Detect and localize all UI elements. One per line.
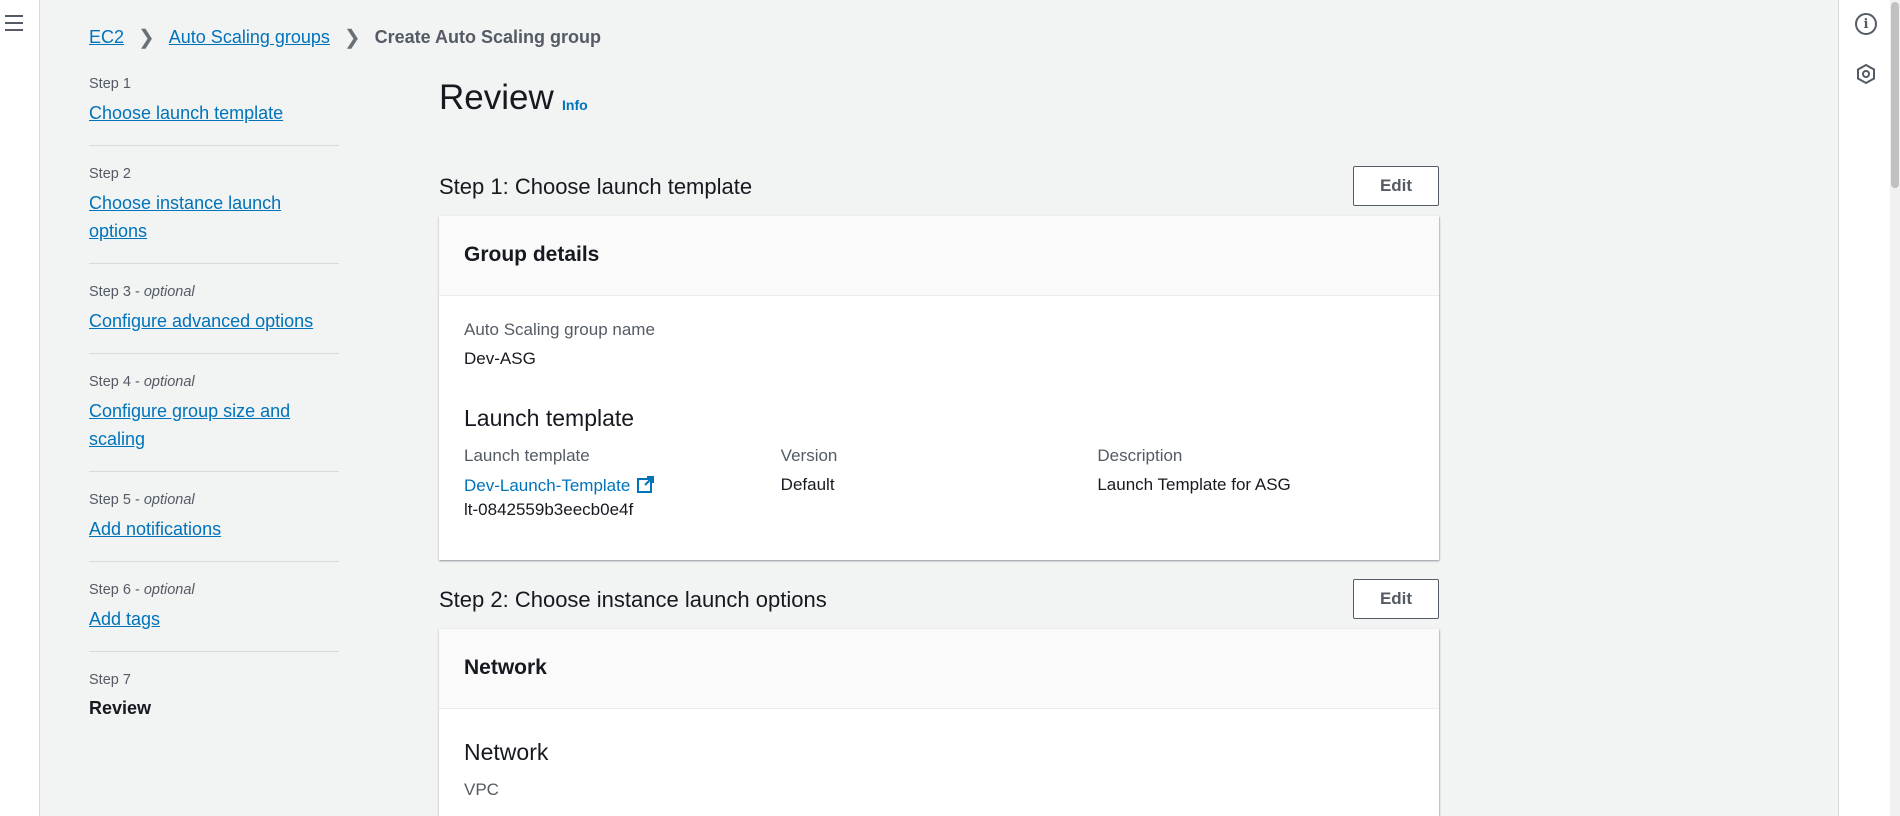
step-item-6: Step 6 - optional Add tags bbox=[89, 582, 339, 652]
wizard-steps-nav: Step 1 Choose launch template Step 2 Cho… bbox=[89, 76, 339, 759]
step-number: Step 1 bbox=[89, 76, 131, 92]
step-item-2: Step 2 Choose instance launch options bbox=[89, 166, 339, 264]
launch-template-link[interactable]: Dev-Launch-Template bbox=[464, 476, 630, 495]
breadcrumb-auto-scaling-groups[interactable]: Auto Scaling groups bbox=[169, 27, 330, 48]
info-link[interactable]: Info bbox=[562, 97, 588, 113]
vpc-label: VPC bbox=[464, 780, 499, 799]
launch-template-id: lt-0842559b3eecb0e4f bbox=[464, 500, 634, 519]
breadcrumb: EC2 ❯ Auto Scaling groups ❯ Create Auto … bbox=[89, 25, 601, 50]
step-item-3: Step 3 - optional Configure advanced opt… bbox=[89, 284, 339, 354]
edit-step2-button[interactable]: Edit bbox=[1353, 579, 1439, 619]
launch-template-heading: Launch template bbox=[464, 405, 635, 431]
hexagon-settings-icon[interactable] bbox=[1855, 63, 1877, 85]
step-link-configure-advanced-options[interactable]: Configure advanced options bbox=[89, 311, 313, 331]
edit-step1-button[interactable]: Edit bbox=[1353, 166, 1439, 206]
chevron-right-icon: ❯ bbox=[343, 27, 361, 49]
step-number: Step 5 - optional bbox=[89, 492, 195, 508]
section-header-step1: Step 1: Choose launch template Edit bbox=[439, 166, 1439, 206]
section-title-step2: Step 2: Choose instance launch options bbox=[439, 587, 827, 612]
step-item-5: Step 5 - optional Add notifications bbox=[89, 492, 339, 562]
step-item-7: Step 7 Review bbox=[89, 672, 339, 739]
breadcrumb-current: Create Auto Scaling group bbox=[374, 27, 602, 47]
description-value: Launch Template for ASG bbox=[1097, 475, 1291, 494]
step-current-review: Review bbox=[89, 698, 152, 718]
info-icon[interactable]: i bbox=[1855, 13, 1877, 35]
right-utility-rail: i bbox=[1838, 0, 1900, 816]
section-header-step2: Step 2: Choose instance launch options E… bbox=[439, 579, 1439, 619]
asg-name-value: Dev-ASG bbox=[464, 349, 536, 368]
step-number: Step 2 bbox=[89, 166, 131, 182]
step-number: Step 7 bbox=[89, 672, 131, 688]
launch-template-details: Launch template Dev-Launch-Template lt-0… bbox=[464, 446, 1414, 520]
card-title: Group details bbox=[439, 216, 1439, 296]
scrollbar-thumb[interactable] bbox=[1891, 2, 1899, 188]
step-number: Step 3 - optional bbox=[89, 284, 195, 300]
hamburger-menu-icon[interactable] bbox=[5, 15, 25, 33]
step-link-add-notifications[interactable]: Add notifications bbox=[89, 519, 221, 539]
left-rail bbox=[0, 0, 40, 816]
step-item-4: Step 4 - optional Configure group size a… bbox=[89, 374, 339, 472]
external-link-icon[interactable] bbox=[636, 475, 655, 494]
breadcrumb-ec2[interactable]: EC2 bbox=[89, 27, 124, 48]
network-card: Network Network VPC bbox=[439, 629, 1439, 816]
version-value: Default bbox=[780, 475, 835, 494]
step-link-add-tags[interactable]: Add tags bbox=[89, 609, 160, 629]
section-title-step1: Step 1: Choose launch template bbox=[439, 174, 753, 199]
card-title: Network bbox=[439, 629, 1439, 709]
chevron-right-icon: ❯ bbox=[138, 27, 155, 49]
version-label: Version bbox=[780, 446, 838, 465]
step-link-configure-group-size[interactable]: Configure group size and scaling bbox=[89, 401, 290, 449]
step-number: Step 4 - optional bbox=[89, 374, 195, 390]
asg-name-label: Auto Scaling group name bbox=[464, 320, 655, 339]
scrollbar[interactable] bbox=[1890, 0, 1900, 816]
step-item-1: Step 1 Choose launch template bbox=[89, 76, 339, 146]
step-link-choose-launch-template[interactable]: Choose launch template bbox=[89, 103, 283, 123]
page-title: Review bbox=[439, 78, 554, 117]
step-number: Step 6 - optional bbox=[89, 582, 195, 598]
description-label: Description bbox=[1097, 446, 1183, 465]
launch-template-label: Launch template bbox=[464, 446, 590, 465]
group-details-card: Group details Auto Scaling group name De… bbox=[439, 216, 1439, 560]
network-heading: Network bbox=[464, 739, 549, 765]
step-link-choose-instance-launch-options[interactable]: Choose instance launch options bbox=[89, 193, 281, 241]
